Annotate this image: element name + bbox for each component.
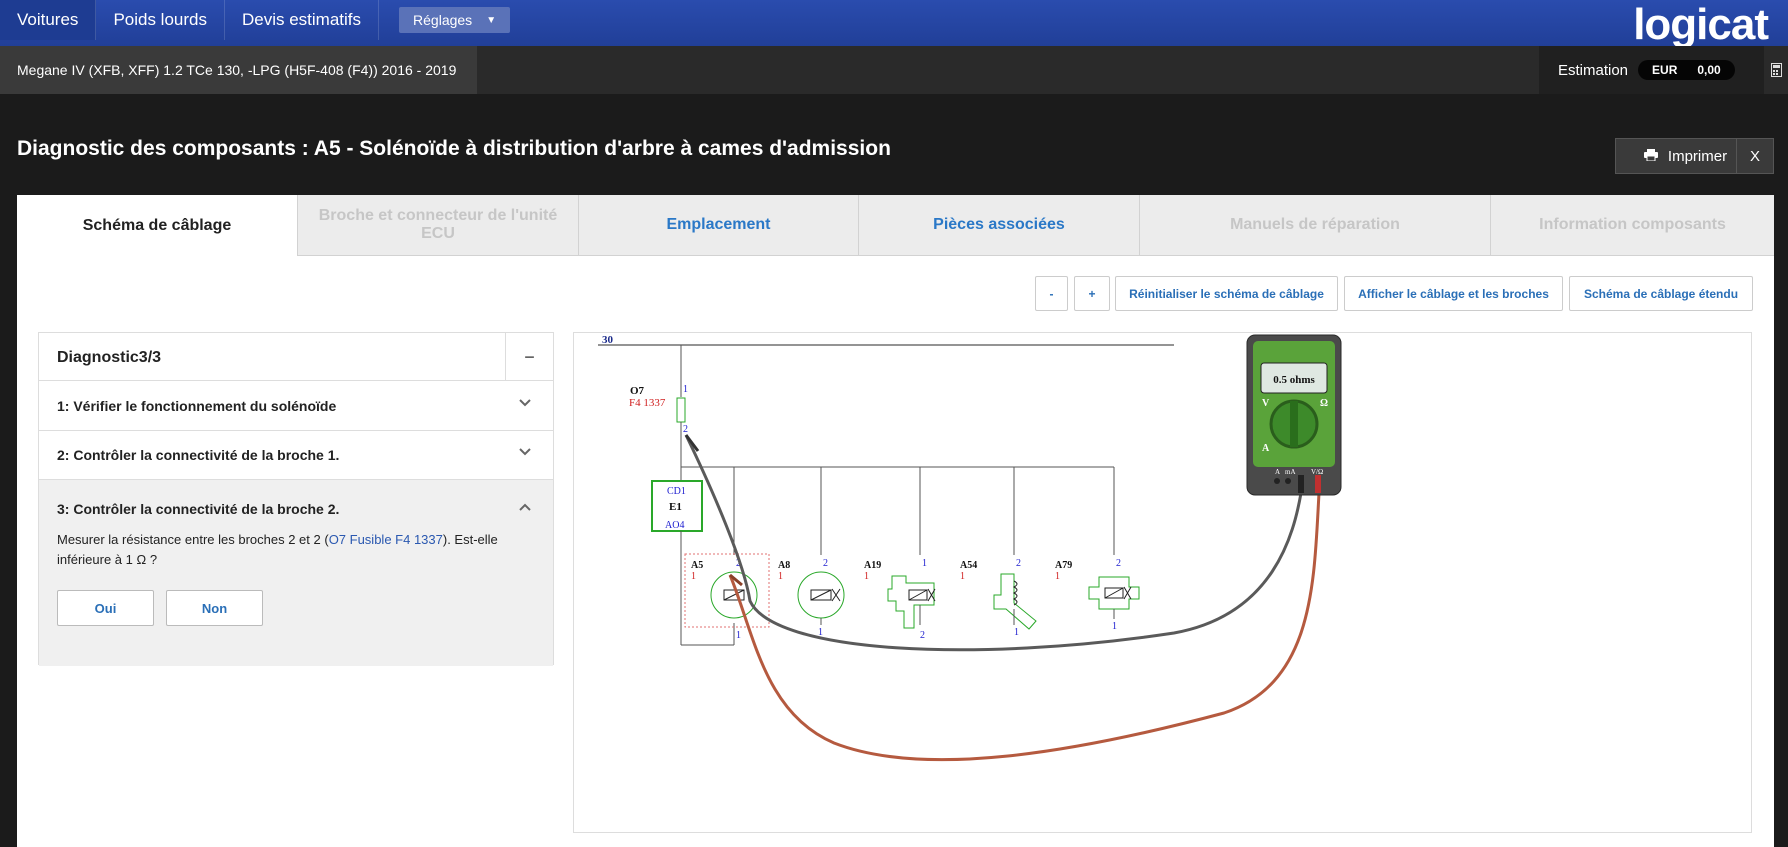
estimation-badge: EUR 0,00 [1638,60,1735,80]
component-name: A54 [960,560,977,571]
zoom-out-button[interactable]: - [1035,276,1068,311]
zoom-in-button[interactable]: + [1074,276,1110,311]
component-pin-left: 1 [778,571,783,582]
multimeter[interactable]: 0.5 ohms V Ω A A mA V/Ω [1246,334,1342,496]
diagnostic-title: Diagnostic3/3 [57,349,162,366]
vehicle-bar: Megane IV (XFB, XFF) 1.2 TCe 130, -LPG (… [0,46,1788,94]
component-pin-left: 1 [960,571,965,582]
logicat-logo[interactable]: logicat [1633,0,1769,50]
fuse-pin-top: 1 [683,384,688,395]
component-a79[interactable]: A79 1 2 1 [1055,558,1140,632]
close-button[interactable]: X [1736,138,1774,174]
diagnostic-step-1[interactable]: 1: Vérifier le fonctionnement du solénoï… [39,382,553,431]
component-a5[interactable]: A5 1 2 1 [684,553,770,641]
print-button[interactable]: Imprimer [1615,138,1756,174]
tab-broche-connecteur[interactable]: Broche et connecteur de l'unité ECU [298,195,579,256]
estimation[interactable]: Estimation EUR 0,00 [1539,46,1764,94]
connector-top-label: CD1 [667,486,686,497]
reset-schema-button[interactable]: Réinitialiser le schéma de câblage [1115,276,1338,311]
diagnostic-header: Diagnostic3/3 − [39,333,553,381]
diagnostic-panel: Diagnostic3/3 − 1: Vérifier le fonctionn… [38,332,554,666]
wiring-schematic[interactable]: 30 O7 F4 1337 1 2 CD1 E1 AO4 A5 1 2 1 A8… [573,332,1752,833]
jack-vohm-label: V/Ω [1311,468,1323,476]
estimation-value: 0,00 [1697,63,1721,77]
component-pin-left: 1 [691,571,696,582]
fuse-o7[interactable]: O7 F4 1337 1 2 [629,345,688,481]
test-leads [684,434,1321,762]
yes-button[interactable]: Oui [57,590,154,626]
fuse-reference-link[interactable]: O7 Fusible F4 1337 [329,532,443,547]
dial-v-label: V [1262,398,1270,409]
estimation-currency: EUR [1652,63,1678,77]
show-pins-button[interactable]: Afficher le câblage et les broches [1344,276,1563,311]
top-navigation: Voitures Poids lourds Devis estimatifs R… [0,0,1788,46]
chevron-up-icon[interactable] [519,500,531,514]
vehicle-name[interactable]: Megane IV (XFB, XFF) 1.2 TCe 130, -LPG (… [0,46,477,94]
component-a8[interactable]: A8 1 2 1 [778,558,845,638]
component-a19[interactable]: A19 1 1 2 [864,558,936,641]
fuse-pin-bottom: 2 [683,424,688,435]
tab-emplacement[interactable]: Emplacement [579,195,859,256]
component-pin-top: 2 [823,558,828,569]
main-panel: Schéma de câblage Broche et connecteur d… [17,195,1774,847]
diagnostic-step-3: 3: Contrôler la connectivité de la broch… [39,480,553,666]
component-name: A8 [778,560,790,571]
component-name: A5 [691,560,703,571]
settings-label: Réglages [413,12,473,28]
component-a54[interactable]: A54 1 2 1 [960,558,1037,638]
fuse-ref: F4 1337 [629,397,666,409]
extended-schema-button[interactable]: Schéma de câblage étendu [1569,276,1753,311]
component-pin-bottom: 1 [1014,627,1019,638]
nav-poids-lourds[interactable]: Poids lourds [96,0,225,40]
nav-voitures[interactable]: Voitures [0,0,97,40]
page-header: Diagnostic des composants : A5 - Solénoï… [0,114,1788,194]
step-label[interactable]: 3: Contrôler la connectivité de la broch… [57,501,339,517]
no-button[interactable]: Non [166,590,263,626]
component-pin-top: 1 [922,558,927,569]
estimation-label: Estimation [1558,61,1629,79]
settings-dropdown[interactable]: Réglages ▼ [399,7,511,33]
component-pin-bottom: 1 [1112,621,1117,632]
print-label: Imprimer [1667,147,1728,165]
calculator-icon[interactable] [1764,46,1788,94]
component-pin-bottom: 1 [736,630,741,641]
component-pin-top: 2 [1016,558,1021,569]
instruction-text: Mesurer la résistance entre les broches … [57,532,329,547]
nav-devis-estimatifs[interactable]: Devis estimatifs [225,0,380,40]
fuse-label: O7 [630,385,645,397]
step-instruction: Mesurer la résistance entre les broches … [57,530,517,570]
printer-icon [1643,148,1658,165]
tab-schema-cablage[interactable]: Schéma de câblage [17,195,298,256]
step-label: 1: Vérifier le fonctionnement du solénoï… [57,398,337,414]
component-name: A19 [864,560,881,571]
page-title: Diagnostic des composants : A5 - Solénoï… [17,137,891,160]
chevron-down-icon [519,396,531,410]
component-name: A79 [1055,560,1072,571]
step-label: 2: Contrôler la connectivité de la broch… [57,447,340,463]
tab-manuels-reparation[interactable]: Manuels de réparation [1140,195,1491,256]
bus-line: 30 [598,334,1174,346]
component-pin-top: 2 [1116,558,1121,569]
dial-a-label: A [1262,443,1270,454]
connector-bottom-label: AO4 [665,520,684,531]
tab-bar: Schéma de câblage Broche et connecteur d… [17,195,1774,256]
connector-mid-label: E1 [669,501,682,513]
chevron-down-icon [519,445,531,459]
component-pin-left: 1 [864,571,869,582]
tab-pieces-associees[interactable]: Pièces associées [859,195,1140,256]
jack-ma-label: mA [1285,468,1296,476]
caret-down-icon: ▼ [486,14,497,26]
component-pin-bottom: 2 [920,630,925,641]
jack-a-label: A [1275,468,1280,476]
tab-information-composants[interactable]: Information composants [1491,195,1774,256]
bus-label: 30 [602,334,614,346]
multimeter-reading: 0.5 ohms [1273,374,1315,386]
diagnostic-step-2[interactable]: 2: Contrôler la connectivité de la broch… [39,431,553,480]
component-pin-left: 1 [1055,571,1060,582]
dial-ohm-label: Ω [1320,398,1328,409]
collapse-button[interactable]: − [505,333,553,381]
